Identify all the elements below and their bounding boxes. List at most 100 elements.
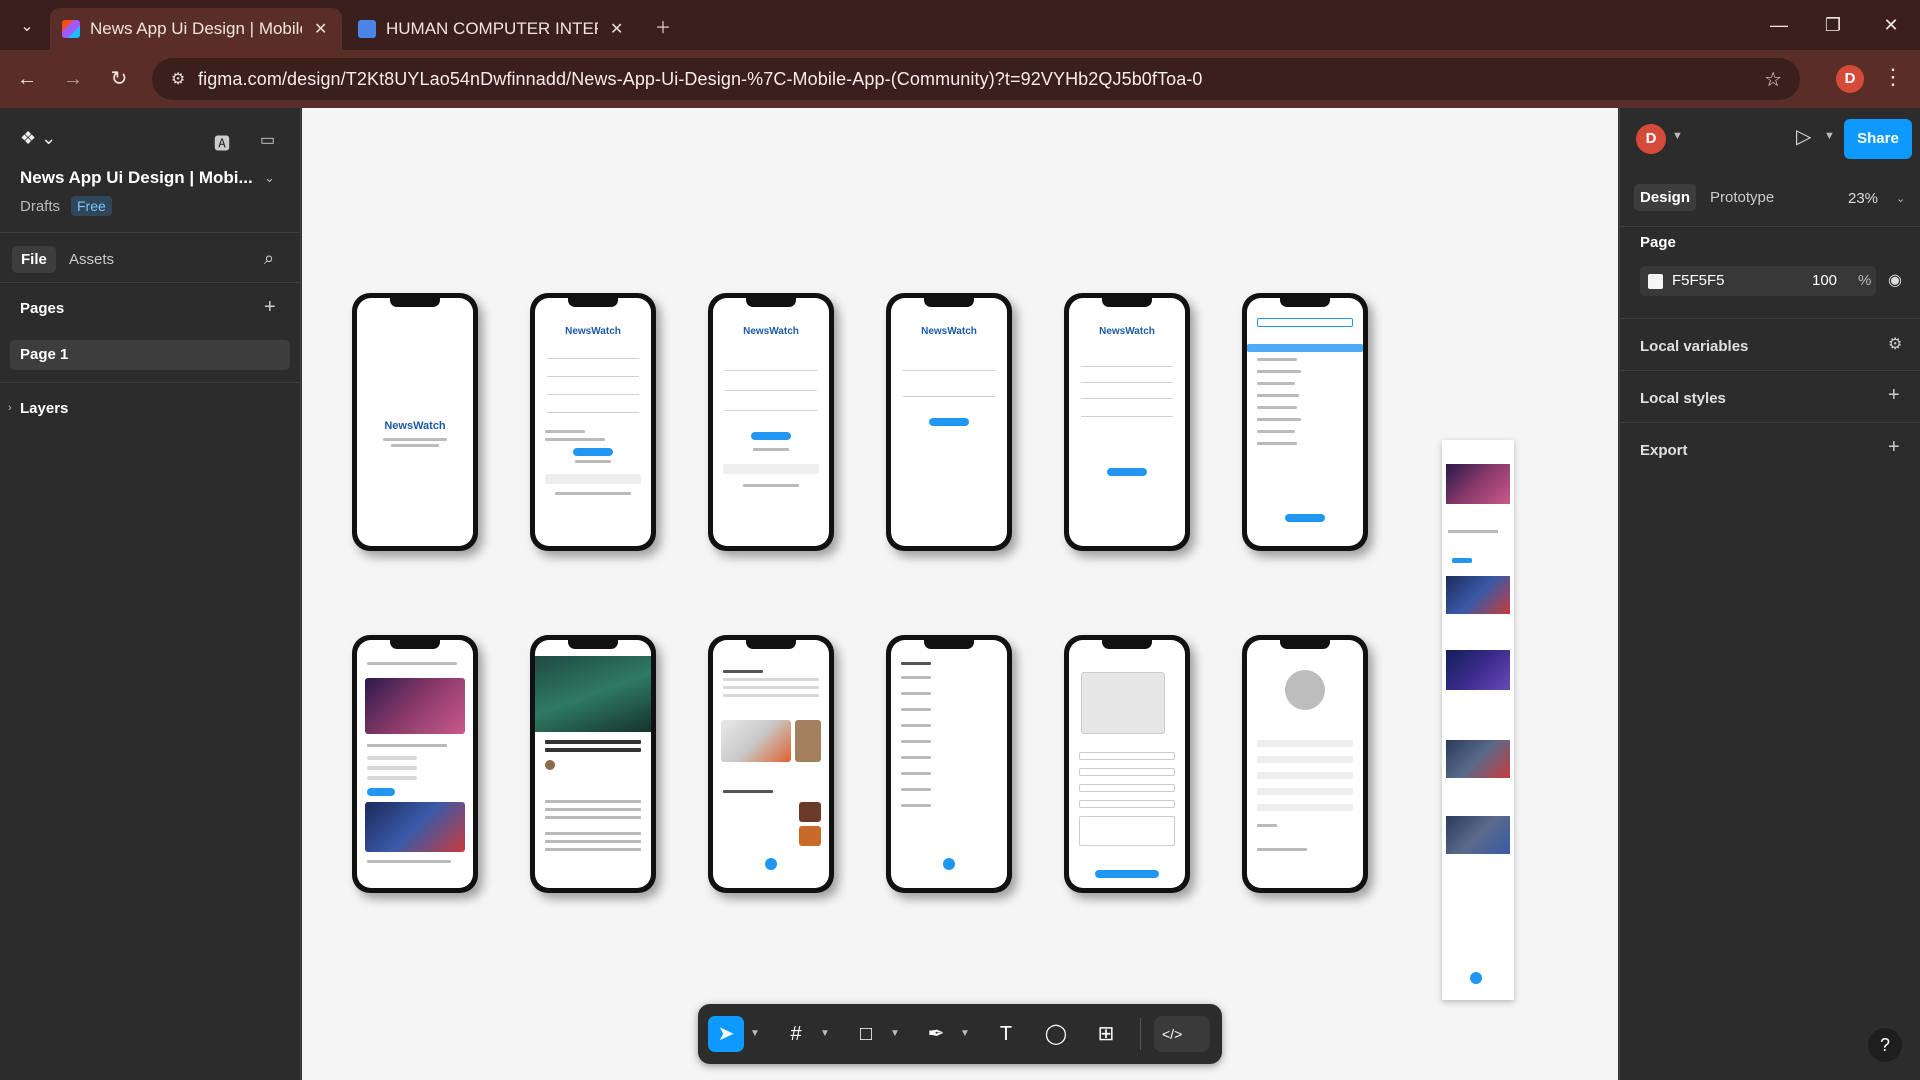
plan-badge: Free — [71, 196, 112, 216]
actions-tool-icon[interactable]: ⊞ — [1088, 1016, 1124, 1052]
browser-menu-icon[interactable]: ⋮ — [1882, 64, 1904, 90]
eye-icon[interactable]: ◉ — [1888, 270, 1902, 290]
tab-prototype[interactable]: Prototype — [1704, 184, 1780, 211]
frame-sign-up[interactable]: NewsWatch — [530, 293, 656, 551]
text-tool-icon[interactable]: T — [988, 1016, 1024, 1052]
close-tab-icon[interactable]: ✕ — [314, 19, 327, 39]
user-avatar[interactable]: D — [1636, 124, 1666, 154]
add-page-icon[interactable]: + — [264, 296, 276, 319]
figma-icon — [62, 20, 80, 38]
frame-splash[interactable]: NewsWatch — [352, 293, 478, 551]
bookmark-star-icon[interactable]: ☆ — [1764, 67, 1782, 92]
minimize-icon[interactable]: — — [1766, 12, 1792, 38]
drafts-label[interactable]: Drafts — [20, 198, 60, 215]
tab-figma-file[interactable]: News App Ui Design | Mobile A ✕ — [50, 8, 342, 50]
file-title[interactable]: News App Ui Design | Mobi... — [20, 168, 253, 188]
zoom-level[interactable]: 23% — [1848, 190, 1878, 207]
move-tool-icon[interactable]: ➤ — [708, 1016, 744, 1052]
right-panel: D ▼ ▷ ▼ Share Design Prototype 23% ⌄ Pag… — [1619, 108, 1920, 1080]
chevron-down-icon[interactable]: ▼ — [750, 1028, 760, 1039]
app-logo: NewsWatch — [743, 326, 799, 337]
page-section-heading: Page — [1640, 234, 1676, 251]
chevron-down-icon[interactable]: ▼ — [1824, 130, 1835, 142]
frame-article[interactable] — [530, 635, 656, 893]
reload-icon[interactable]: ↻ — [104, 64, 134, 94]
chevron-down-icon[interactable]: ⌄ — [264, 170, 275, 186]
chevron-down-icon[interactable]: ▼ — [820, 1028, 830, 1039]
frame-reset-password[interactable]: NewsWatch — [1064, 293, 1190, 551]
frame-select-city[interactable] — [1242, 293, 1368, 551]
rectangle-tool-icon[interactable]: □ — [848, 1016, 884, 1052]
search-icon[interactable]: ⌕ — [264, 248, 274, 269]
pages-heading: Pages — [20, 300, 65, 317]
close-window-icon[interactable]: ✕ — [1878, 12, 1904, 38]
frame-home-feed-long[interactable] — [1442, 440, 1514, 1000]
close-tab-icon[interactable]: ✕ — [610, 19, 623, 39]
tab-docs[interactable]: HUMAN COMPUTER INTERACT ✕ — [346, 8, 638, 50]
page-opacity[interactable]: 100 — [1812, 272, 1837, 289]
frame-profile[interactable] — [1242, 635, 1368, 893]
frame-tool-icon[interactable]: # — [778, 1016, 814, 1052]
figma-toolbar: ➤ ▼ # ▼ □ ▼ ✒ ▼ T ◯ ⊞ </> — [698, 1004, 1222, 1064]
color-swatch[interactable] — [1648, 274, 1663, 289]
frame-create-post[interactable] — [1064, 635, 1190, 893]
page-color-hex[interactable]: F5F5F5 — [1672, 272, 1725, 289]
add-style-icon[interactable]: + — [1888, 384, 1900, 407]
browser-address-bar: ← → ↻ ⚙ figma.com/design/T2Kt8UYLao54nDw… — [0, 50, 1920, 108]
tab-design[interactable]: Design — [1634, 184, 1697, 211]
design-canvas[interactable]: NewsWatch NewsWatch NewsWatch NewsWatch … — [302, 108, 1618, 1080]
app-logo: NewsWatch — [921, 326, 977, 337]
tab-title: HUMAN COMPUTER INTERACT — [386, 19, 598, 38]
share-button[interactable]: Share — [1844, 119, 1912, 159]
page-item-page-1[interactable]: Page 1 — [10, 340, 290, 370]
new-tab-icon[interactable]: ＋ — [648, 11, 678, 41]
figma-main-menu-icon[interactable]: ❖ ⌄ — [20, 128, 56, 149]
present-play-icon[interactable]: ▷ — [1796, 124, 1811, 149]
tab-title: News App Ui Design | Mobile A — [90, 19, 302, 38]
export-heading[interactable]: Export — [1640, 442, 1688, 459]
site-settings-icon[interactable]: ⚙ — [158, 69, 198, 89]
divider — [0, 382, 300, 383]
url-omnibox[interactable]: ⚙ figma.com/design/T2Kt8UYLao54nDwfinnad… — [152, 58, 1800, 100]
variables-settings-icon[interactable]: ⚙ — [1888, 334, 1902, 354]
divider — [0, 282, 300, 283]
percent-sign: % — [1858, 272, 1872, 289]
app-logo: NewsWatch — [565, 326, 621, 337]
frame-settings[interactable] — [886, 635, 1012, 893]
divider — [1620, 318, 1920, 319]
pen-tool-icon[interactable]: ✒ — [918, 1016, 954, 1052]
frame-explore[interactable] — [708, 635, 834, 893]
layers-heading[interactable]: Layers — [20, 400, 68, 417]
frame-login[interactable]: NewsWatch — [708, 293, 834, 551]
chevron-down-icon[interactable]: ▼ — [1672, 130, 1683, 142]
app-logo: NewsWatch — [1099, 326, 1155, 337]
frame-otp[interactable]: NewsWatch — [886, 293, 1012, 551]
ai-icon[interactable]: 🅰 — [214, 130, 230, 154]
chevron-down-icon[interactable]: ⌄ — [1896, 192, 1905, 205]
sidebar-toggle-icon[interactable]: ▭ — [260, 130, 275, 150]
tab-assets[interactable]: Assets — [60, 246, 123, 273]
browser-tab-bar: ⌄ News App Ui Design | Mobile A ✕ HUMAN … — [0, 0, 1920, 50]
dev-mode-toggle[interactable]: </> — [1154, 1016, 1210, 1052]
docs-icon — [358, 20, 376, 38]
add-export-icon[interactable]: + — [1888, 436, 1900, 459]
chevron-down-icon[interactable]: ▼ — [960, 1028, 970, 1039]
browser-profile-avatar[interactable]: D — [1836, 65, 1864, 93]
tab-file[interactable]: File — [12, 246, 56, 273]
comment-tool-icon[interactable]: ◯ — [1038, 1016, 1074, 1052]
chevron-down-icon[interactable]: ▼ — [890, 1028, 900, 1039]
restore-icon[interactable]: ❐ — [1820, 12, 1846, 38]
chevron-right-icon[interactable]: › — [8, 402, 12, 414]
forward-icon[interactable]: → — [58, 64, 88, 94]
left-panel: ❖ ⌄ 🅰 ▭ News App Ui Design | Mobi... ⌄ D… — [0, 108, 301, 1080]
frame-home-feed[interactable] — [352, 635, 478, 893]
help-button[interactable]: ? — [1868, 1028, 1902, 1062]
page-background-field[interactable]: F5F5F5 100 % — [1640, 266, 1876, 296]
tab-search-chevron-icon[interactable]: ⌄ — [12, 11, 42, 41]
back-icon[interactable]: ← — [12, 64, 42, 94]
local-styles-heading[interactable]: Local styles — [1640, 390, 1726, 407]
divider — [1620, 226, 1920, 227]
local-variables-heading[interactable]: Local variables — [1640, 338, 1748, 355]
divider — [1620, 422, 1920, 423]
divider — [0, 232, 300, 233]
